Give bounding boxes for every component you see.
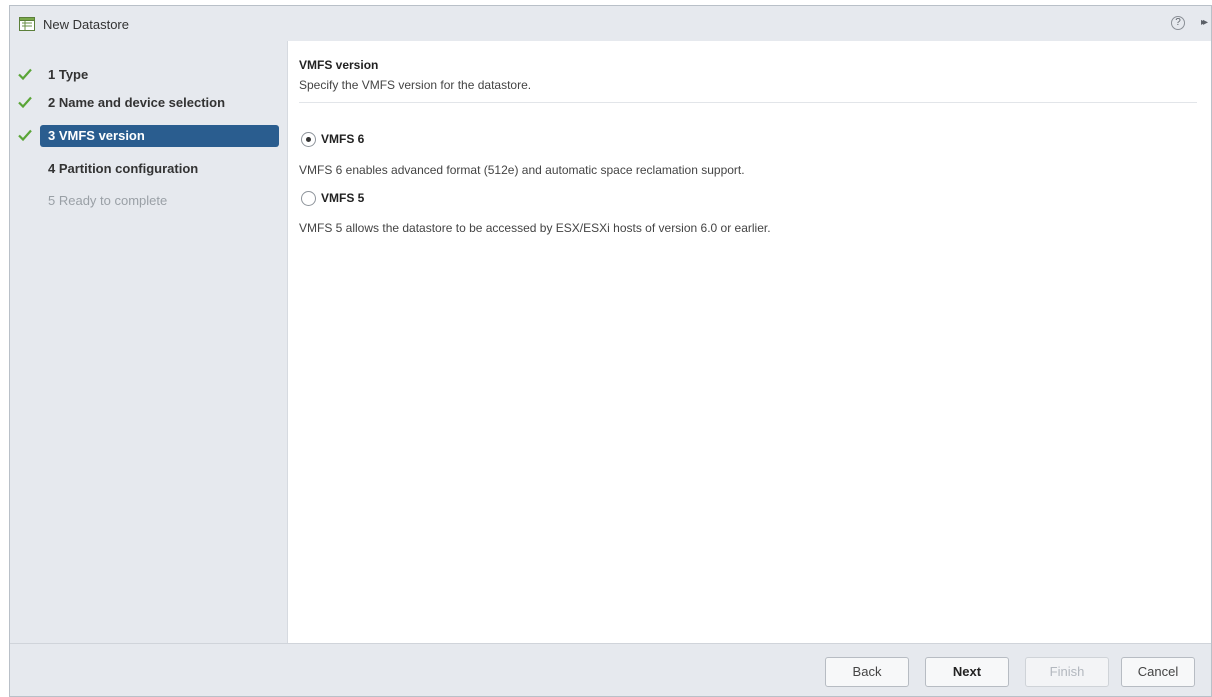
new-datastore-dialog: New Datastore ? ▸▸ 1 Type 2 Name and dev… (9, 5, 1212, 697)
expand-icon[interactable]: ▸▸ (1201, 17, 1208, 28)
cancel-button[interactable]: Cancel (1121, 657, 1195, 687)
step-partition-configuration[interactable]: 4 Partition configuration (10, 156, 287, 182)
step-label: 2 Name and device selection (48, 95, 226, 110)
vmfs5-label[interactable]: VMFS 5 (321, 191, 364, 205)
checkmark-icon (18, 96, 32, 109)
step-label: 5 Ready to complete (48, 193, 168, 208)
vmfs6-radio[interactable] (301, 132, 316, 147)
title-bar: New Datastore ? ▸▸ (10, 6, 1211, 42)
dialog-footer: Back Next Finish Cancel (10, 643, 1211, 696)
vmfs5-description: VMFS 5 allows the datastore to be access… (299, 221, 771, 235)
step-label: 1 Type (48, 67, 89, 82)
vmfs5-radio[interactable] (301, 191, 316, 206)
step-vmfs-version[interactable]: 3 VMFS version (10, 123, 287, 149)
checkmark-icon (18, 129, 32, 142)
section-title: VMFS version (299, 58, 379, 72)
step-ready-to-complete: 5 Ready to complete (10, 188, 287, 214)
divider (299, 102, 1197, 103)
finish-button: Finish (1025, 657, 1109, 687)
next-button[interactable]: Next (925, 657, 1009, 687)
step-label: 4 Partition configuration (48, 161, 199, 176)
vmfs-version-panel: VMFS version Specify the VMFS version fo… (288, 41, 1211, 644)
vmfs6-description: VMFS 6 enables advanced format (512e) an… (299, 163, 745, 177)
step-label: 3 VMFS version (48, 128, 145, 143)
dialog-title: New Datastore (43, 17, 129, 32)
datastore-icon (19, 17, 35, 31)
checkmark-icon (18, 68, 32, 81)
step-type[interactable]: 1 Type (10, 62, 287, 88)
help-icon[interactable]: ? (1171, 16, 1185, 30)
vmfs6-label[interactable]: VMFS 6 (321, 132, 364, 146)
wizard-steps: 1 Type 2 Name and device selection 3 VMF… (10, 41, 288, 644)
back-button[interactable]: Back (825, 657, 909, 687)
section-subtitle: Specify the VMFS version for the datasto… (299, 78, 532, 92)
step-name-device[interactable]: 2 Name and device selection (10, 90, 287, 116)
